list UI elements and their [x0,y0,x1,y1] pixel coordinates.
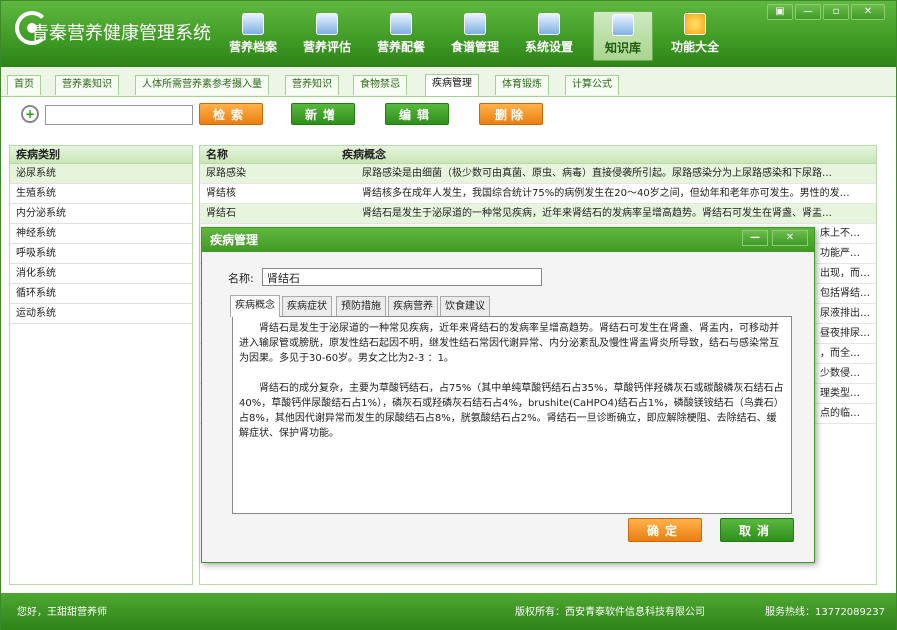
tab-home[interactable]: 首页 [7,75,41,95]
nav-label: 功能大全 [670,40,719,54]
category-nervous[interactable]: 神经系统 [10,224,192,244]
table-row[interactable]: 尿路感染 尿路感染是由细菌（极少数可由真菌、原虫、病毒）直接侵袭所引起。尿路感染… [200,164,876,184]
nav-nutrition-assessment[interactable]: 营养评估 [297,11,357,61]
nav-label: 营养评估 [302,40,351,54]
restore-button[interactable]: ▫ [823,4,849,20]
cancel-button[interactable]: 取消 [720,518,794,542]
concept-textarea[interactable]: 肾结石是发生于泌尿道的一种常见疾病，近年来肾结石的发病率呈增高趋势。肾结石可发生… [232,316,792,514]
category-reproductive[interactable]: 生殖系统 [10,184,192,204]
disease-dialog: 疾病管理 — ✕ 名称: 肾结石 疾病概念 疾病症状 预防措施 疾病营养 饮食建… [201,227,815,563]
app-window: 青秦营养健康管理系统 营养档案 营养评估 营养配餐 食谱管理 系统设置 知识库 … [0,0,897,630]
concept-paragraph: 肾结石是发生于泌尿道的一种常见疾病，近年来肾结石的发病率呈增高趋势。肾结石可发生… [239,323,779,364]
list-header: 疾病类别 [10,146,192,164]
cell-concept: 点的临… [820,408,860,419]
cell-concept: 尿液排出… [820,308,870,319]
nav-label: 知识库 [604,41,641,55]
column-concept: 疾病概念 [342,148,386,161]
category-circulatory[interactable]: 循环系统 [10,284,192,304]
category-endocrine[interactable]: 内分泌系统 [10,204,192,224]
search-button[interactable]: 检索 [199,103,263,125]
dialog-minimize-button[interactable]: — [742,230,768,246]
column-name: 名称 [206,148,228,161]
dialog-title-bar: 疾病管理 — ✕ [202,228,814,252]
nav-label: 系统设置 [524,40,573,54]
archive-icon [242,13,264,35]
tab-exercise[interactable]: 体育锻炼 [495,75,549,95]
concept-paragraph: 肾结石的成分复杂，主要为草酸钙结石，占75%（其中单纯草酸钙结石占35%，草酸钙… [239,383,784,439]
status-bar: 您好，王甜甜营养师 版权所有：西安青泰软件信息科技有限公司 服务热线：13772… [1,593,896,630]
name-label: 名称: [228,272,254,285]
nav-all-functions[interactable]: 功能大全 [665,11,725,61]
tab-nutrition-knowledge[interactable]: 营养知识 [285,75,339,95]
meal-icon [390,13,412,35]
dialog-body: 名称: 肾结石 疾病概念 疾病症状 预防措施 疾病营养 饮食建议 肾结石是发生于… [202,252,814,562]
cell-concept: 功能严… [820,248,860,259]
cell-concept: 出现，而… [820,268,870,279]
dialog-tab-diet-advice[interactable]: 饮食建议 [440,296,490,316]
title-bar: 青秦营养健康管理系统 营养档案 营养评估 营养配餐 食谱管理 系统设置 知识库 … [1,1,896,67]
cell-concept: 肾结石是发生于泌尿道的一种常见疾病，近年来肾结石的发病率呈增高趋势。肾结石可发生… [362,208,832,219]
dialog-tab-concept[interactable]: 疾病概念 [230,295,280,317]
recipe-icon [464,13,486,35]
skin-button[interactable]: ▣ [767,4,793,20]
name-field[interactable]: 肾结石 [262,268,542,286]
category-urinary[interactable]: 泌尿系统 [10,164,192,184]
cell-concept: 床上不… [820,228,860,239]
category-respiratory[interactable]: 呼吸系统 [10,244,192,264]
dialog-tab-nutrition[interactable]: 疾病营养 [388,296,438,316]
cell-name: 肾结石 [206,208,236,219]
knowledge-icon [612,14,634,36]
status-user: 您好，王甜甜营养师 [17,607,107,618]
close-button[interactable]: ✕ [851,4,885,20]
nav-nutrition-archive[interactable]: 营养档案 [223,11,283,61]
nav-recipe-management[interactable]: 食谱管理 [445,11,505,61]
cell-concept: ，而全… [820,348,860,359]
toolbar: + 检索 新增 编辑 删除 [1,97,896,137]
minimize-button[interactable]: — [795,4,821,20]
status-copyright: 版权所有：西安青泰软件信息科技有限公司 [515,607,705,618]
nav-label: 食谱管理 [450,40,499,54]
ok-button[interactable]: 确定 [628,518,702,542]
tab-nutrient-knowledge[interactable]: 营养素知识 [55,75,119,95]
assessment-icon [316,13,338,35]
edit-button[interactable]: 编辑 [385,103,449,125]
tab-formulas[interactable]: 计算公式 [565,75,619,95]
tab-disease-management[interactable]: 疾病管理 [425,74,479,96]
cell-concept: 尿路感染是由细菌（极少数可由真菌、原虫、病毒）直接侵袭所引起。尿路感染分为上尿路… [362,168,832,179]
add-button[interactable]: 新增 [291,103,355,125]
cell-concept: 少数侵… [820,368,860,379]
category-digestive[interactable]: 消化系统 [10,264,192,284]
cell-concept: 包括肾结… [820,288,870,299]
cell-name: 肾结核 [206,188,236,199]
table-header: 名称 疾病概念 [200,146,876,164]
nav-label: 营养档案 [228,40,277,54]
search-icon: + [21,105,39,123]
tab-food-taboo[interactable]: 食物禁忌 [353,75,407,95]
category-motor[interactable]: 运动系统 [10,304,192,324]
delete-button[interactable]: 删除 [479,103,543,125]
nav-system-settings[interactable]: 系统设置 [519,11,579,61]
star-icon [684,13,706,35]
tab-reference-intake[interactable]: 人体所需营养素参考摄入量 [135,75,269,95]
app-title: 青秦营养健康管理系统 [31,23,211,44]
subtab-bar: 首页 营养素知识 人体所需营养素参考摄入量 营养知识 食物禁忌 疾病管理 体育锻… [1,67,896,97]
gear-icon [538,13,560,35]
table-row[interactable]: 肾结核 肾结核多在成年人发生，我国综合统计75%的病例发生在20～40岁之间，但… [200,184,876,204]
search-input[interactable] [45,105,193,125]
status-hotline: 服务热线：13772089237 [765,607,885,618]
dialog-tab-prevention[interactable]: 预防措施 [336,296,386,316]
dialog-tab-symptoms[interactable]: 疾病症状 [282,296,332,316]
dialog-close-button[interactable]: ✕ [772,230,808,246]
cell-name: 尿路感染 [206,168,246,179]
cell-concept: 昼夜排尿… [820,328,870,339]
nav-label: 营养配餐 [376,40,425,54]
nav-knowledge-base[interactable]: 知识库 [593,11,653,61]
nav-meal-planning[interactable]: 营养配餐 [371,11,431,61]
dialog-title: 疾病管理 [210,233,259,247]
cell-concept: 理类型… [820,388,860,399]
cell-concept: 肾结核多在成年人发生，我国综合统计75%的病例发生在20～40岁之间，但幼年和老… [362,188,850,199]
table-row[interactable]: 肾结石 肾结石是发生于泌尿道的一种常见疾病，近年来肾结石的发病率呈增高趋势。肾结… [200,204,876,224]
disease-category-list: 疾病类别 泌尿系统 生殖系统 内分泌系统 神经系统 呼吸系统 消化系统 循环系统… [9,145,193,585]
